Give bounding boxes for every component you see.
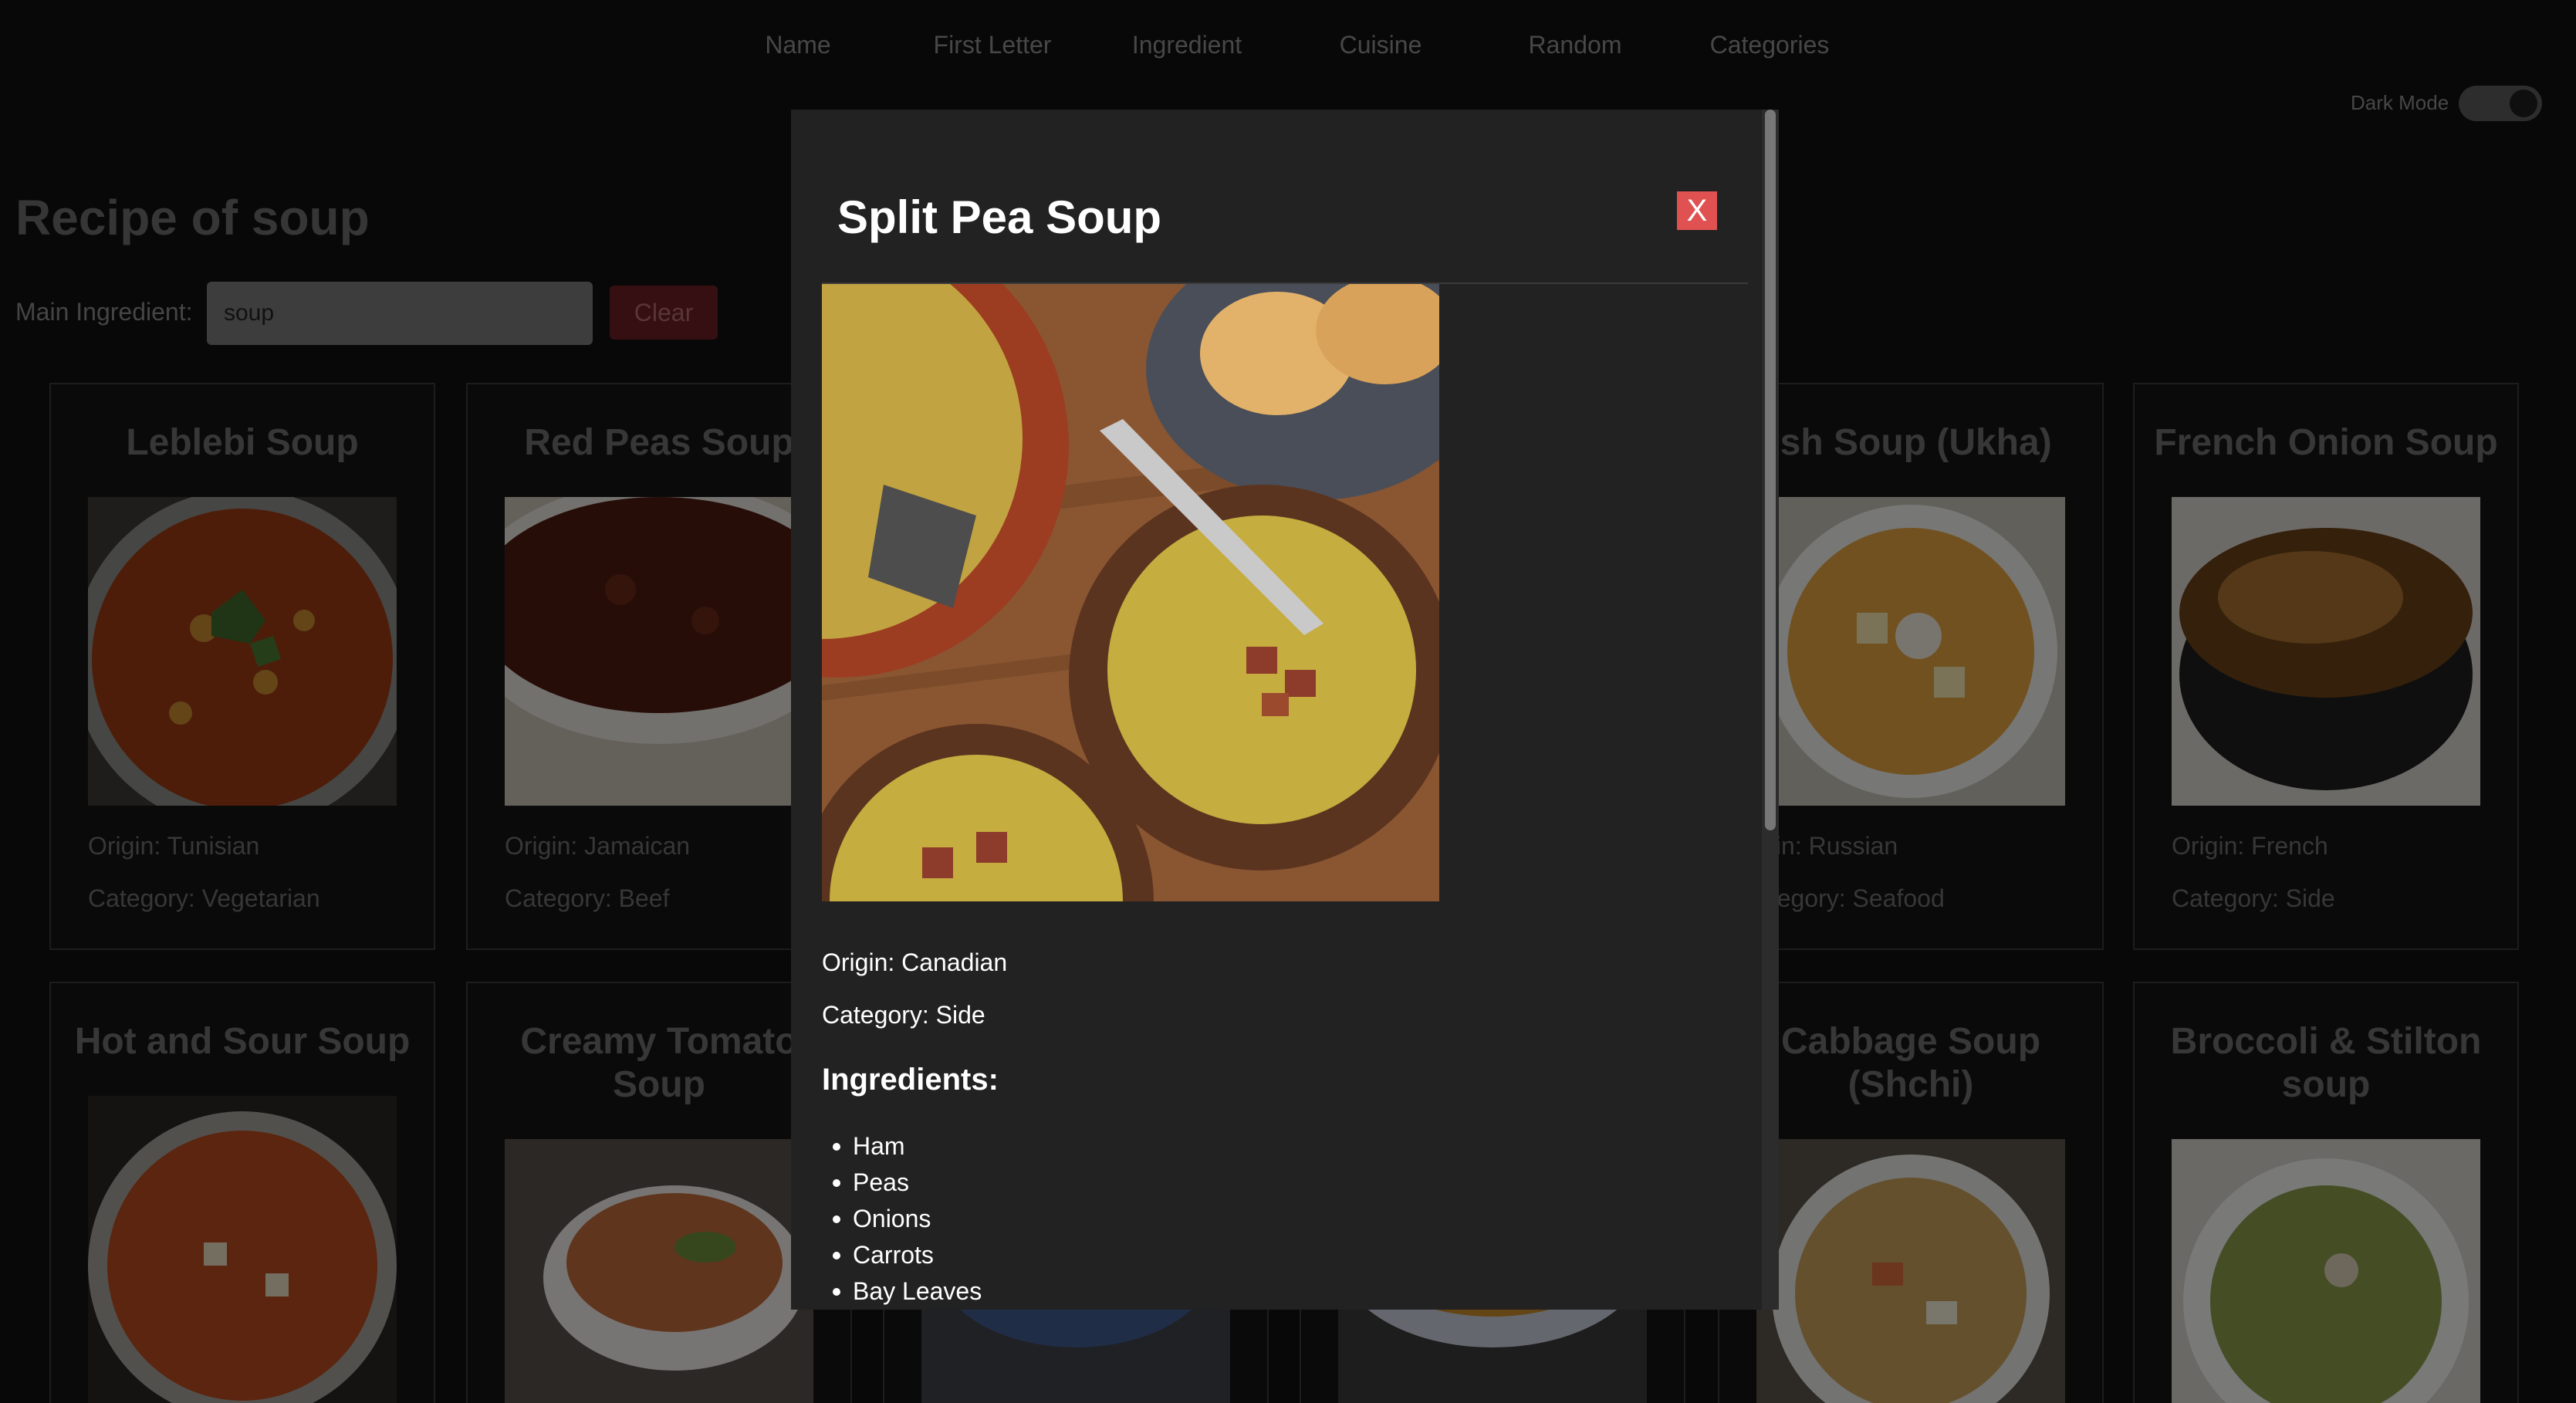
scrollbar-thumb[interactable] [1765,110,1776,830]
modal-title: Split Pea Soup [837,191,1162,243]
ingredient-item: Bay Leaves [822,1273,982,1310]
ingredients-list: Ham Peas Onions Carrots Bay Leaves [822,1128,982,1310]
recipe-modal: Split Pea Soup X Origin: Canadian Catego… [791,110,1779,1310]
ingredients-heading: Ingredients: [822,1063,999,1097]
recipe-image [822,284,1439,901]
close-button[interactable]: X [1677,191,1717,230]
modal-origin: Origin: Canadian [822,948,1008,976]
modal-scrollbar[interactable] [1762,110,1779,1310]
ingredient-item: Onions [822,1201,982,1237]
ingredient-item: Ham [822,1128,982,1165]
ingredient-item: Peas [822,1165,982,1201]
ingredient-item: Carrots [822,1237,982,1273]
modal-category: Category: Side [822,1001,985,1029]
